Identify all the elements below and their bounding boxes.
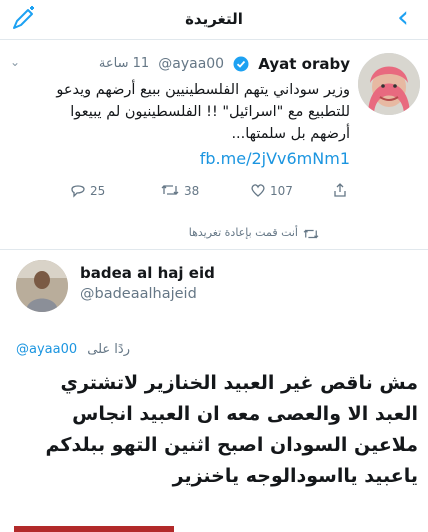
tweet-text: مش ناقص غير العبيد الخنازير لاتشتري العب… bbox=[45, 372, 418, 487]
retweet-icon bbox=[160, 182, 180, 201]
avatar[interactable] bbox=[16, 260, 68, 312]
reply-to-handle[interactable]: @ayaa00 bbox=[16, 342, 77, 357]
top-bar: التغريدة ‹ bbox=[0, 0, 428, 40]
chevron-down-icon[interactable]: ⌄ bbox=[10, 55, 24, 69]
share-icon bbox=[332, 182, 348, 201]
verified-icon bbox=[233, 56, 249, 72]
retweeted-label: أنت قمت بإعادة تغريدها bbox=[188, 226, 298, 239]
heart-icon bbox=[250, 182, 266, 201]
divider bbox=[14, 526, 174, 532]
tweet-actions: 25 38 107 bbox=[70, 181, 346, 201]
tweet-time: 11 ساعة bbox=[98, 56, 150, 71]
share-button[interactable] bbox=[332, 181, 348, 201]
reply-tweet[interactable]: badea al haj eid @badeaalhajeid @ayaa00 … bbox=[0, 250, 428, 532]
author-handle[interactable]: @ayaa00 bbox=[158, 56, 224, 72]
author-name[interactable]: Ayat oraby bbox=[258, 55, 350, 73]
tweet-link[interactable]: fb.me/2jVv6mNm1 bbox=[30, 149, 350, 168]
like-button[interactable]: 107 bbox=[250, 181, 293, 201]
reply-context: @ayaa00 ردًا على bbox=[16, 342, 130, 357]
reply-icon bbox=[70, 182, 86, 201]
reply-label: ردًا على bbox=[87, 342, 130, 357]
author-name[interactable]: badea al haj eid bbox=[80, 264, 215, 282]
tweet-header: Ayat oraby @ayaa00 11 ساعة bbox=[10, 53, 350, 75]
reply-count: 25 bbox=[90, 184, 106, 198]
reply-button[interactable]: 25 bbox=[70, 181, 105, 201]
tweet-text: وزير سوداني يتهم الفلسطينيين ببيع أرضهم … bbox=[56, 82, 350, 142]
retweeted-indicator: أنت قمت بإعادة تغريدها bbox=[0, 218, 428, 250]
original-tweet[interactable]: Ayat oraby @ayaa00 11 ساعة ⌄ وزير سوداني… bbox=[0, 41, 428, 218]
avatar[interactable] bbox=[358, 53, 420, 115]
retweet-count: 38 bbox=[184, 184, 200, 198]
author-handle[interactable]: @badeaalhajeid bbox=[80, 286, 197, 302]
page-title: التغريدة bbox=[185, 10, 243, 28]
retweet-button[interactable]: 38 bbox=[160, 181, 199, 201]
retweet-icon bbox=[302, 226, 320, 240]
chevron-left-icon[interactable]: ‹ bbox=[388, 3, 418, 34]
like-count: 107 bbox=[270, 184, 293, 198]
